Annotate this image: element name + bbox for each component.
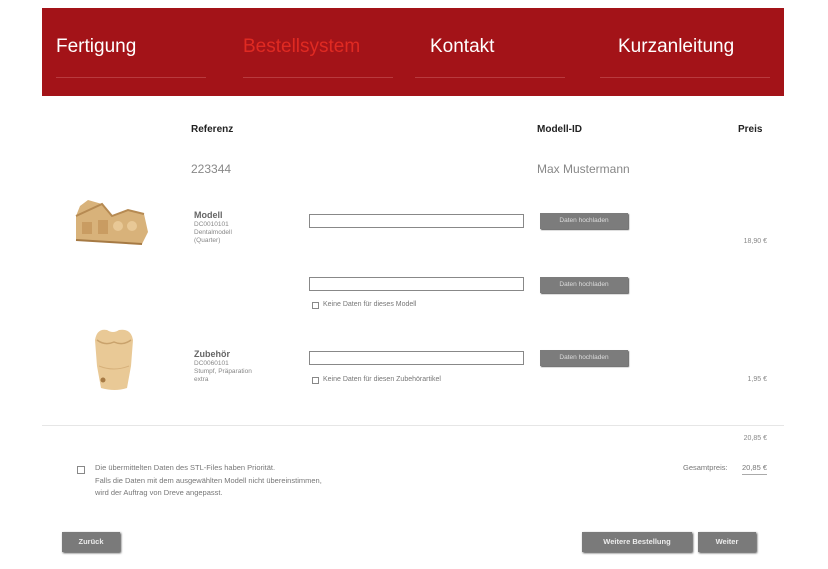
- upload-file-field[interactable]: [309, 351, 524, 365]
- total-label: Gesamtpreis:: [683, 463, 728, 472]
- no-data-accessory-label: Keine Daten für diesen Zubehörartikel: [323, 376, 441, 383]
- product-code: DC0010101: [194, 221, 229, 228]
- product-desc: (Quarter): [194, 237, 221, 244]
- back-button[interactable]: Zurück: [62, 532, 120, 552]
- note-line: Falls die Daten mit dem ausgewählten Mod…: [95, 475, 322, 485]
- nav-bestellsystem[interactable]: Bestellsystem: [243, 36, 360, 58]
- nav-kurzanleitung[interactable]: Kurzanleitung: [618, 36, 734, 58]
- no-data-model-label: Keine Daten für dieses Modell: [323, 301, 417, 308]
- upload-file-field[interactable]: [309, 214, 524, 228]
- nav-underline: [243, 77, 393, 78]
- divider: [42, 425, 784, 426]
- note-line: Die übermittelten Daten des STL-Files ha…: [95, 463, 276, 472]
- nav-kontakt[interactable]: Kontakt: [430, 36, 494, 58]
- tooth-die-image: [95, 329, 133, 390]
- product-desc: extra: [194, 376, 209, 383]
- nav-underline: [600, 77, 770, 78]
- total-value: 20,85 €: [742, 463, 768, 475]
- upload-data-button[interactable]: Daten hochladen: [540, 350, 628, 366]
- referenz-value: 223344: [191, 162, 232, 176]
- note-line: wird der Auftrag von Dreve angepasst.: [95, 488, 223, 497]
- modell-id-value: Max Mustermann: [537, 162, 630, 176]
- header-preis: Preis: [738, 124, 763, 135]
- product-code: DC0060101: [194, 360, 229, 367]
- header-referenz: Referenz: [191, 124, 234, 135]
- product-desc: Stumpf, Präparation: [194, 368, 252, 375]
- dental-model-image: [75, 200, 148, 245]
- product-price: 18,90 €: [743, 238, 767, 245]
- nav-fertigung[interactable]: Fertigung: [56, 36, 136, 58]
- stl-priority-checkbox[interactable]: [77, 466, 85, 474]
- product-price: 1,95 €: [747, 376, 767, 383]
- product-name: Modell: [194, 210, 223, 220]
- product-desc: Dentalmodell: [194, 229, 232, 236]
- no-data-model-checkbox[interactable]: [312, 302, 319, 309]
- nav-underline: [415, 77, 565, 78]
- stl-priority-note: Die übermittelten Daten des STL-Files ha…: [95, 462, 322, 500]
- upload-file-field[interactable]: [309, 277, 524, 291]
- more-order-button[interactable]: Weitere Bestellung: [582, 532, 692, 552]
- no-data-accessory-checkbox[interactable]: [312, 377, 319, 384]
- product-name: Zubehör: [194, 349, 230, 359]
- next-button[interactable]: Weiter: [698, 532, 756, 552]
- nav-underline: [56, 77, 206, 78]
- subtotal: 20,85 €: [743, 435, 767, 442]
- upload-data-button[interactable]: Daten hochladen: [540, 277, 628, 293]
- header-modell-id: Modell-ID: [537, 124, 582, 135]
- upload-data-button[interactable]: Daten hochladen: [540, 213, 628, 229]
